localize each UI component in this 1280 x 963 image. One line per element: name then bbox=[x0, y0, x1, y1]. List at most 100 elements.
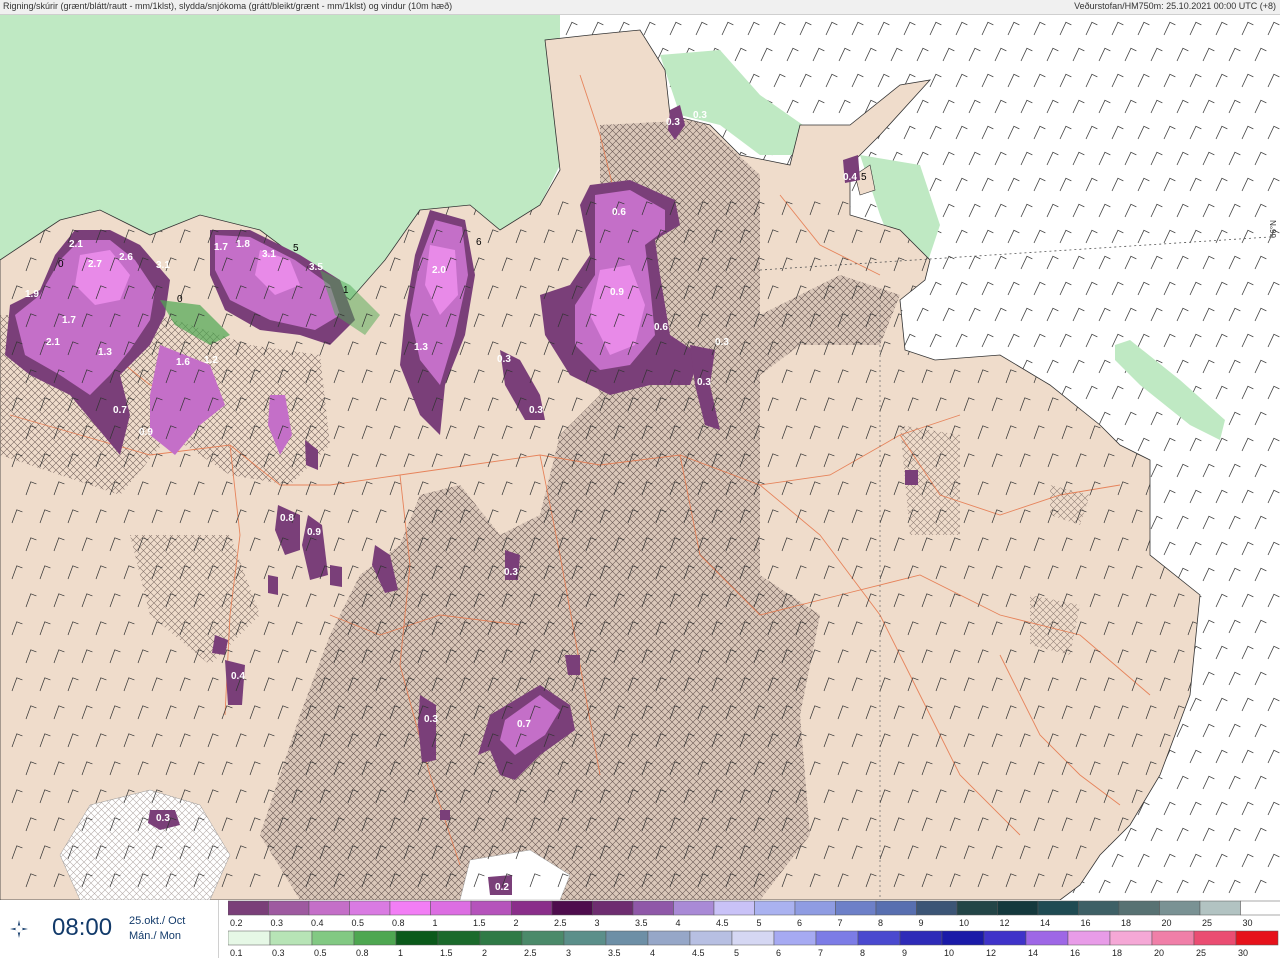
svg-text:5: 5 bbox=[293, 243, 299, 254]
svg-text:0.3: 0.3 bbox=[697, 377, 711, 388]
snow-scale-swatch bbox=[714, 901, 755, 915]
snow-scale-value-label: 12 bbox=[1000, 918, 1010, 928]
snow-scale-value-label: 3 bbox=[595, 918, 600, 928]
rain-scale-swatch bbox=[270, 931, 312, 945]
snow-scale-value-label: 25 bbox=[1202, 918, 1212, 928]
rain-scale-value-label: 30 bbox=[1238, 948, 1248, 958]
rain-scale-swatch bbox=[606, 931, 648, 945]
svg-text:0.9: 0.9 bbox=[610, 287, 624, 298]
snow-scale-swatch bbox=[431, 901, 472, 915]
svg-text:0: 0 bbox=[58, 259, 64, 270]
svg-text:0.3: 0.3 bbox=[666, 117, 680, 128]
forecast-date: 25.okt./ Oct bbox=[129, 915, 185, 927]
svg-text:2.7: 2.7 bbox=[88, 259, 102, 270]
svg-text:0.3: 0.3 bbox=[529, 405, 543, 416]
rain-scale-swatch bbox=[858, 931, 900, 945]
time-panel: 08:00 25.okt./ Oct Mán./ Mon bbox=[0, 900, 219, 958]
snow-scale-swatch bbox=[876, 901, 917, 915]
svg-text:1.7: 1.7 bbox=[214, 242, 228, 253]
rain-scale-value-label: 1 bbox=[398, 948, 403, 958]
svg-text:0.2: 0.2 bbox=[495, 882, 509, 893]
rain-scale-value-label: 1.5 bbox=[440, 948, 453, 958]
svg-text:0.4: 0.4 bbox=[843, 172, 857, 183]
snow-scale-value-label: 0.2 bbox=[230, 918, 243, 928]
snow-scale-value-label: 18 bbox=[1121, 918, 1131, 928]
snow-scale-value-label: 5 bbox=[757, 918, 762, 928]
snow-scale-swatch bbox=[350, 901, 391, 915]
rain-scale-swatch bbox=[816, 931, 858, 945]
svg-text:0.7: 0.7 bbox=[113, 405, 127, 416]
rain-scale-value-label: 5 bbox=[734, 948, 739, 958]
snow-scale-value-label: 2.5 bbox=[554, 918, 567, 928]
snow-scale-swatch bbox=[998, 901, 1039, 915]
rain-scale-swatch bbox=[564, 931, 606, 945]
rain-scale-swatch bbox=[480, 931, 522, 945]
svg-text:3.1: 3.1 bbox=[156, 260, 170, 271]
svg-text:0.7: 0.7 bbox=[517, 719, 531, 730]
snow-scale-value-label: 0.5 bbox=[352, 918, 365, 928]
snow-scale-value-label: 16 bbox=[1081, 918, 1091, 928]
snow-scale-value-label: 0.4 bbox=[311, 918, 324, 928]
snow-scale-swatch bbox=[1119, 901, 1160, 915]
rain-scale-swatch bbox=[984, 931, 1026, 945]
svg-text:2.6: 2.6 bbox=[119, 252, 133, 263]
svg-text:5: 5 bbox=[861, 172, 867, 183]
rain-scale: 0.10.30.50.811.522.533.544.5567891012141… bbox=[228, 931, 1278, 958]
rain-scale-swatch bbox=[648, 931, 690, 945]
snow-scale-value-label: 4.5 bbox=[716, 918, 729, 928]
snow-scale-swatch bbox=[1038, 901, 1079, 915]
model-run-label: Veðurstofan/HM750m: 25.10.2021 00:00 UTC… bbox=[1074, 1, 1276, 11]
svg-text:0.4: 0.4 bbox=[231, 671, 245, 682]
snow-scale-value-label: 3.5 bbox=[635, 918, 648, 928]
rain-scale-swatch bbox=[774, 931, 816, 945]
forecast-map: 66°N bbox=[0, 15, 1280, 900]
snow-scale-value-label: 7 bbox=[838, 918, 843, 928]
svg-text:1.3: 1.3 bbox=[98, 347, 112, 358]
rain-scale-swatch bbox=[1110, 931, 1152, 945]
rain-scale-value-label: 4 bbox=[650, 948, 655, 958]
svg-text:1.8: 1.8 bbox=[236, 239, 250, 250]
snow-scale-swatch bbox=[228, 901, 269, 915]
snow-scale-swatch bbox=[309, 901, 350, 915]
rain-scale-value-label: 9 bbox=[902, 948, 907, 958]
snow-scale-swatch bbox=[1200, 901, 1241, 915]
rain-scale-swatch bbox=[354, 931, 396, 945]
rain-scale-value-label: 25 bbox=[1196, 948, 1206, 958]
rain-scale-value-label: 20 bbox=[1154, 948, 1164, 958]
rain-scale-swatch bbox=[1152, 931, 1194, 945]
snow-scale-swatch bbox=[512, 901, 553, 915]
svg-text:1.6: 1.6 bbox=[176, 357, 190, 368]
snow-scale-value-label: 20 bbox=[1162, 918, 1172, 928]
snow-scale-swatch bbox=[1079, 901, 1120, 915]
rain-scale-swatch bbox=[396, 931, 438, 945]
snow-scale-swatch bbox=[269, 901, 310, 915]
rain-scale-swatch bbox=[438, 931, 480, 945]
rain-scale-swatch bbox=[942, 931, 984, 945]
compass-star-icon bbox=[8, 918, 30, 940]
rain-scale-value-label: 14 bbox=[1028, 948, 1038, 958]
rain-scale-value-label: 3.5 bbox=[608, 948, 621, 958]
snow-scale-swatch bbox=[917, 901, 958, 915]
snow-scale-value-label: 0.8 bbox=[392, 918, 405, 928]
svg-text:3.1: 3.1 bbox=[262, 249, 276, 260]
rain-scale-value-label: 0.8 bbox=[356, 948, 369, 958]
snow-scale-value-label: 6 bbox=[797, 918, 802, 928]
snow-scale-value-label: 14 bbox=[1040, 918, 1050, 928]
rain-scale-value-label: 2.5 bbox=[524, 948, 537, 958]
forecast-weekday: Mán./ Mon bbox=[129, 930, 181, 942]
rain-scale-swatch bbox=[1194, 931, 1236, 945]
latitude-label: 66°N bbox=[1269, 220, 1278, 238]
svg-text:0.9: 0.9 bbox=[307, 527, 321, 538]
svg-text:0.3: 0.3 bbox=[497, 354, 511, 365]
svg-text:0.6: 0.6 bbox=[654, 322, 668, 333]
snow-scale-value-label: 30 bbox=[1243, 918, 1253, 928]
rain-scale-swatch bbox=[1068, 931, 1110, 945]
rain-scale-value-label: 3 bbox=[566, 948, 571, 958]
rain-scale-swatch bbox=[312, 931, 354, 945]
rain-scale-value-label: 0.3 bbox=[272, 948, 285, 958]
forecast-time: 08:00 bbox=[52, 914, 112, 942]
rain-scale-value-label: 18 bbox=[1112, 948, 1122, 958]
svg-text:1.7: 1.7 bbox=[62, 315, 76, 326]
snow-scale-value-label: 10 bbox=[959, 918, 969, 928]
rain-scale-value-label: 6 bbox=[776, 948, 781, 958]
